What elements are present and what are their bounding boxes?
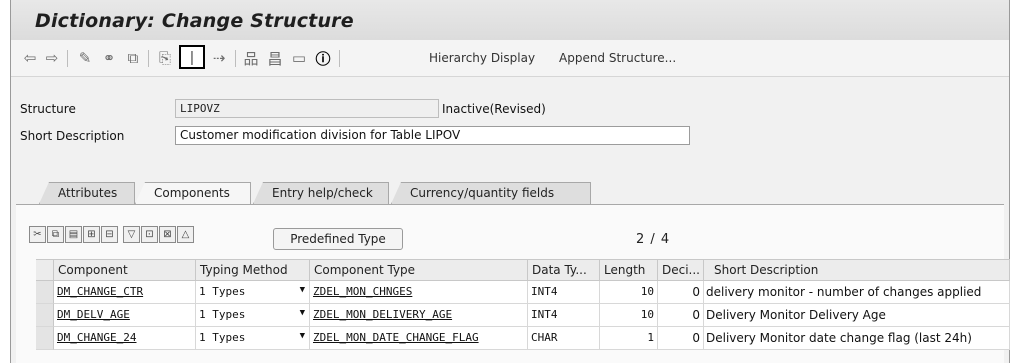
length-cell: 10 <box>600 304 658 327</box>
column-header-typing-method[interactable]: Typing Method <box>196 259 310 281</box>
component-type-cell[interactable]: ZDEL_MON_DELIVERY_AGE <box>310 304 528 327</box>
row-selector[interactable] <box>36 327 54 350</box>
tab-components[interactable]: Components <box>135 182 251 204</box>
delete-row-icon[interactable]: ⊟ <box>101 226 118 243</box>
decimals-cell: 0 <box>658 281 704 304</box>
tab-attributes[interactable]: Attributes <box>39 182 135 204</box>
typing-method-value: 1 Types <box>199 285 246 298</box>
dropdown-arrow-icon[interactable]: ▼ <box>300 331 305 341</box>
toolbar-separator <box>235 50 236 67</box>
component-cell[interactable]: DM_CHANGE_24 <box>54 327 196 350</box>
tech-settings-icon[interactable]: 昌 <box>265 48 285 68</box>
collapse-icon[interactable]: ⊠ <box>159 226 176 243</box>
data-type-cell: INT4 <box>528 304 600 327</box>
component-type-cell[interactable]: ZDEL_MON_CHNGES <box>310 281 528 304</box>
copy-icon[interactable]: ⧉ <box>47 226 64 243</box>
tab-currency-quantity-fields[interactable]: Currency/quantity fields <box>391 182 591 204</box>
decimals-cell: 0 <box>658 327 704 350</box>
dropdown-arrow-icon[interactable]: ▼ <box>300 308 305 318</box>
application-toolbar: ⇦ ⇨ ✎ ⚭ ⧉ ⎘ ǀ ⇢ 品 昌 ▭ ⓘ Hierarchy Displa… <box>11 40 1009 77</box>
component-cell[interactable]: DM_CHANGE_CTR <box>54 281 196 304</box>
row-selector[interactable] <box>36 304 54 327</box>
predefined-type-button[interactable]: Predefined Type <box>273 228 403 250</box>
where-used-icon[interactable]: ⎘ <box>155 48 175 68</box>
select-all-column[interactable] <box>36 259 54 281</box>
filter-icon[interactable]: ▽ <box>123 226 140 243</box>
column-header-length[interactable]: Length <box>600 259 658 281</box>
tab-entry-help-check[interactable]: Entry help/check <box>253 182 389 204</box>
graphic-icon[interactable]: 品 <box>241 48 261 68</box>
display-change-icon[interactable]: ✎ <box>75 48 95 68</box>
row-selector[interactable] <box>36 281 54 304</box>
typing-method-cell[interactable]: 1 Types ▼ <box>196 327 310 350</box>
column-header-component-type[interactable]: Component Type <box>310 259 528 281</box>
toolbar-separator <box>67 50 68 67</box>
structure-label: Structure <box>20 102 76 116</box>
typing-method-cell[interactable]: 1 Types ▼ <box>196 281 310 304</box>
toolbar-separator <box>339 50 340 67</box>
length-cell: 10 <box>600 281 658 304</box>
activate-icon[interactable]: ǀ <box>179 45 205 69</box>
short-description-field[interactable]: Customer modification division for Table… <box>175 126 690 145</box>
info-icon[interactable]: ⓘ <box>313 48 333 68</box>
object-list-icon[interactable]: ▭ <box>289 48 309 68</box>
window-title: Dictionary: Change Structure <box>35 10 354 32</box>
title-bar: Dictionary: Change Structure <box>11 0 1009 41</box>
component-type-cell[interactable]: ZDEL_MON_DATE_CHANGE_FLAG <box>310 327 528 350</box>
data-type-cell: CHAR <box>528 327 600 350</box>
typing-method-value: 1 Types <box>199 308 246 321</box>
data-type-cell: INT4 <box>528 281 600 304</box>
short-description-cell[interactable]: Delivery Monitor date change flag (last … <box>704 327 1010 350</box>
length-cell: 1 <box>600 327 658 350</box>
dropdown-arrow-icon[interactable]: ▼ <box>300 285 305 295</box>
status-text: Inactive(Revised) <box>442 102 546 116</box>
short-description-label: Short Description <box>20 129 125 143</box>
hierarchy-display-button[interactable]: Hierarchy Display <box>429 51 535 65</box>
column-header-short-description[interactable]: Short Description <box>704 259 1010 281</box>
column-header-data-type[interactable]: Data Ty... <box>528 259 600 281</box>
typing-method-cell[interactable]: 1 Types ▼ <box>196 304 310 327</box>
append-structure-button[interactable]: Append Structure... <box>559 51 676 65</box>
short-description-cell[interactable]: Delivery Monitor Delivery Age <box>704 304 1010 327</box>
decimals-cell: 0 <box>658 304 704 327</box>
sap-window: Dictionary: Change Structure ⇦ ⇨ ✎ ⚭ ⧉ ⎘… <box>10 0 1010 363</box>
typing-method-value: 1 Types <box>199 331 246 344</box>
short-description-cell[interactable]: delivery monitor - number of changes app… <box>704 281 1010 304</box>
cut-icon[interactable]: ✂ <box>29 226 46 243</box>
forward-arrow-icon[interactable]: ⇨ <box>43 48 61 68</box>
toolbar-separator <box>148 50 149 67</box>
component-cell[interactable]: DM_DELV_AGE <box>54 304 196 327</box>
page-indicator: 2 / 4 <box>636 232 671 247</box>
column-header-decimals[interactable]: Deci... <box>658 259 704 281</box>
navigation-icon[interactable]: ⇢ <box>209 48 229 68</box>
back-arrow-icon[interactable]: ⇦ <box>21 48 39 68</box>
sort-icon[interactable]: △ <box>177 226 194 243</box>
check-icon[interactable]: ⧉ <box>123 48 143 68</box>
expand-icon[interactable]: ⊡ <box>141 226 158 243</box>
column-header-component[interactable]: Component <box>54 259 196 281</box>
other-object-icon[interactable]: ⚭ <box>99 48 119 68</box>
insert-row-icon[interactable]: ⊞ <box>83 226 100 243</box>
paste-icon[interactable]: ▤ <box>65 226 82 243</box>
structure-field: LIPOVZ <box>175 99 439 118</box>
